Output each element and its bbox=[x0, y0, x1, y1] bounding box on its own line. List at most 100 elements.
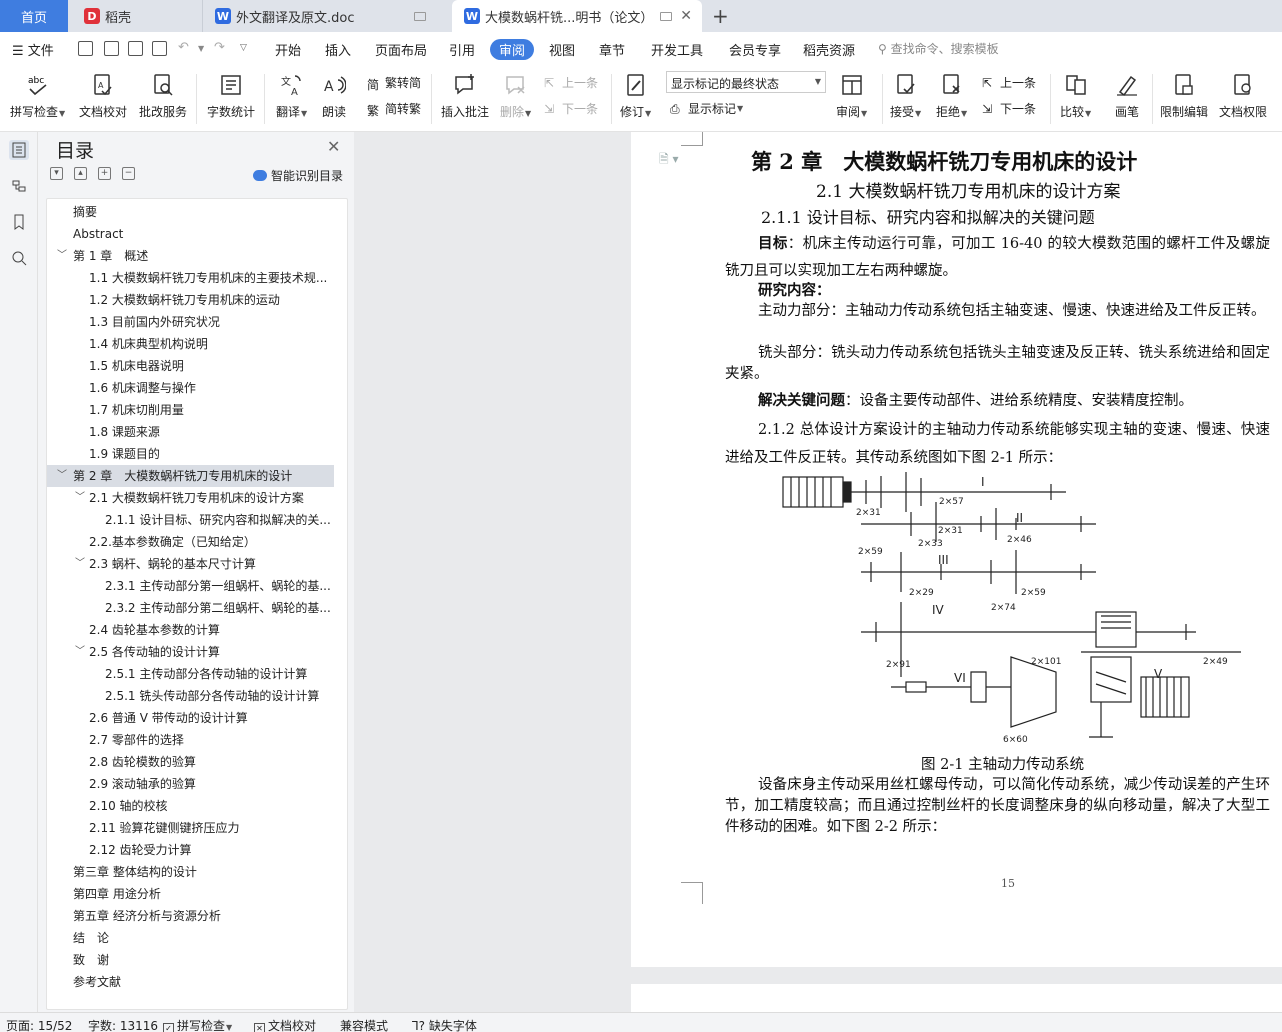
read-aloud-button[interactable]: A 朗读 bbox=[321, 72, 347, 120]
word-count-indicator[interactable]: 字数: 13116 bbox=[88, 1017, 158, 1032]
menu-review[interactable]: 审阅 bbox=[490, 39, 535, 60]
toc-item[interactable]: ﹀ 2.1 大模数蜗杆铣刀专用机床的设计方案 bbox=[47, 487, 347, 509]
print-icon[interactable] bbox=[128, 41, 143, 56]
menu-daoke-resources[interactable]: 稻壳资源 bbox=[803, 40, 855, 59]
toc-item[interactable]: 2.5.1 铣头传动部分各传动轴的设计计算 bbox=[47, 685, 347, 707]
menu-vip[interactable]: 会员专享 bbox=[729, 40, 781, 59]
translate-button[interactable]: 文A 翻译▼ bbox=[276, 72, 307, 120]
export-pdf-icon[interactable] bbox=[104, 41, 119, 56]
next-change-button[interactable]: ⇲ 下一条 bbox=[982, 100, 1036, 117]
prev-comment-button[interactable]: ⇱ 上一条 bbox=[544, 74, 598, 91]
chevron-down-icon[interactable]: ﹀ bbox=[57, 245, 67, 267]
smart-toc-button[interactable]: 智能识别目录 bbox=[253, 167, 343, 184]
navigation-pane-icon[interactable] bbox=[9, 176, 29, 196]
toc-item[interactable]: 2.6 普通 V 带传动的设计计算 bbox=[47, 707, 347, 729]
toc-item[interactable]: ﹀ 第 2 章 大模数蜗杆铣刀专用机床的设计 bbox=[47, 465, 334, 487]
toc-item[interactable]: 1.1 大模数蜗杆铣刀专用机床的主要技术规... bbox=[47, 267, 347, 289]
toc-item[interactable]: 2.3.2 主传动部分第二组蜗杆、蜗轮的基... bbox=[47, 597, 347, 619]
delete-comment-button[interactable]: 删除▼ bbox=[500, 72, 531, 120]
undo-icon[interactable]: ↶ bbox=[178, 40, 189, 55]
expand-all-icon[interactable]: ▴ bbox=[74, 167, 87, 180]
toc-item[interactable]: 1.5 机床电器说明 bbox=[47, 355, 347, 377]
trad-to-simp-button[interactable]: 简 繁转简 bbox=[367, 74, 421, 92]
command-search[interactable]: ⚲ 查找命令、搜索模板 bbox=[878, 40, 999, 57]
menu-view[interactable]: 视图 bbox=[549, 40, 575, 59]
toc-item[interactable]: 1.4 机床典型机构说明 bbox=[47, 333, 347, 355]
file-menu[interactable]: ☰ 文件 bbox=[12, 40, 54, 59]
toc-item[interactable]: 2.8 齿轮模数的验算 bbox=[47, 751, 347, 773]
toc-item[interactable]: 1.2 大模数蜗杆铣刀专用机床的运动 bbox=[47, 289, 347, 311]
toc-item[interactable]: 2.7 零部件的选择 bbox=[47, 729, 347, 751]
toc-item[interactable]: 2.2.基本参数确定（已知给定） bbox=[47, 531, 347, 553]
menu-insert[interactable]: 插入 bbox=[325, 40, 351, 59]
toc-item[interactable]: 1.3 目前国内外研究状况 bbox=[47, 311, 347, 333]
toc-item[interactable]: 2.9 滚动轴承的验算 bbox=[47, 773, 347, 795]
toc-item[interactable]: 第四章 用途分析 bbox=[47, 883, 347, 905]
compare-button[interactable]: 比较▼ bbox=[1060, 72, 1091, 120]
simp-to-trad-button[interactable]: 繁 简转繁 bbox=[367, 100, 421, 118]
tab-home[interactable]: 首页 bbox=[0, 0, 68, 32]
toc-item[interactable]: 参考文献 bbox=[47, 971, 347, 993]
add-heading-icon[interactable]: + bbox=[98, 167, 111, 180]
next-page[interactable] bbox=[631, 984, 1282, 1012]
tab-thesis-doc[interactable]: W 大模数蜗杆铣...明书（论文） ✕ bbox=[452, 0, 702, 32]
next-comment-button[interactable]: ⇲ 下一条 bbox=[544, 100, 598, 117]
tab-daoke[interactable]: D 稻壳 bbox=[72, 0, 200, 32]
collapse-all-icon[interactable]: ▾ bbox=[50, 167, 63, 180]
doc-permission-button[interactable]: 文档权限 bbox=[1219, 72, 1267, 120]
menu-page-layout[interactable]: 页面布局 bbox=[375, 40, 427, 59]
menu-chapter[interactable]: 章节 bbox=[599, 40, 625, 59]
document-canvas[interactable]: 🗎 ▾ 第 2 章 大模数蜗杆铣刀专用机床的设计 2.1 大模数蜗杆铣刀专用机床… bbox=[354, 132, 1282, 1012]
toc-item[interactable]: ﹀ 2.3 蜗杆、蜗轮的基本尺寸计算 bbox=[47, 553, 347, 575]
toc-item[interactable]: 1.9 课题目的 bbox=[47, 443, 347, 465]
tab-foreign-translation-doc[interactable]: W 外文翻译及原文.doc bbox=[202, 0, 448, 32]
monitor-icon[interactable] bbox=[660, 11, 672, 21]
prev-change-button[interactable]: ⇱ 上一条 bbox=[982, 74, 1036, 91]
spell-check-button[interactable]: abc 拼写检查▼ bbox=[10, 72, 65, 120]
search-icon[interactable] bbox=[9, 248, 29, 268]
toc-item[interactable]: 2.3.1 主传动部分第一组蜗杆、蜗轮的基... bbox=[47, 575, 347, 597]
print-preview-icon[interactable] bbox=[152, 41, 167, 56]
reject-button[interactable]: 拒绝▼ bbox=[936, 72, 967, 120]
review-pane-button[interactable]: 审阅▼ bbox=[836, 72, 867, 120]
chevron-down-icon[interactable]: ﹀ bbox=[75, 641, 85, 663]
toc-item[interactable]: 第三章 整体结构的设计 bbox=[47, 861, 347, 883]
toc-item[interactable]: 2.4 齿轮基本参数的计算 bbox=[47, 619, 347, 641]
remove-heading-icon[interactable]: − bbox=[122, 167, 135, 180]
spell-check-status[interactable]: ✓ 拼写检查▼ bbox=[163, 1017, 232, 1032]
toc-item[interactable]: 2.11 验算花键侧键挤压应力 bbox=[47, 817, 347, 839]
close-icon[interactable]: ✕ bbox=[327, 137, 340, 156]
word-count-button[interactable]: 字数统计 bbox=[207, 72, 255, 120]
toc-item[interactable]: 1.8 课题来源 bbox=[47, 421, 347, 443]
toc-item[interactable]: 摘要 bbox=[47, 201, 347, 223]
toc-item[interactable]: 结 论 bbox=[47, 927, 347, 949]
show-markup-button[interactable]: ⎙ 显示标记 ▼ bbox=[670, 100, 743, 117]
batch-service-button[interactable]: 批改服务 bbox=[139, 72, 187, 120]
toc-item[interactable]: 2.10 轴的校核 bbox=[47, 795, 347, 817]
toc-item[interactable]: ﹀ 2.5 各传动轴的设计计算 bbox=[47, 641, 347, 663]
markup-mode-select[interactable]: 显示标记的最终状态 ▼ bbox=[666, 71, 826, 93]
proof-status[interactable]: ✕ 文档校对 bbox=[254, 1017, 316, 1032]
add-tab-icon[interactable]: + bbox=[712, 4, 729, 28]
chevron-down-icon[interactable]: ﹀ bbox=[57, 465, 67, 487]
close-icon[interactable]: ✕ bbox=[680, 8, 692, 24]
insert-comment-button[interactable]: 插入批注 bbox=[441, 72, 489, 120]
menu-start[interactable]: 开始 bbox=[275, 40, 301, 59]
menu-references[interactable]: 引用 bbox=[449, 40, 475, 59]
document-page[interactable]: 🗎 ▾ 第 2 章 大模数蜗杆铣刀专用机床的设计 2.1 大模数蜗杆铣刀专用机床… bbox=[631, 132, 1282, 967]
toc-view-icon[interactable] bbox=[9, 140, 29, 160]
page-indicator[interactable]: 页面: 15/52 bbox=[6, 1017, 72, 1032]
save-icon[interactable] bbox=[78, 41, 93, 56]
toc-item[interactable]: 2.1.1 设计目标、研究内容和拟解决的关... bbox=[47, 509, 347, 531]
accept-button[interactable]: 接受▼ bbox=[890, 72, 921, 120]
toc-item[interactable]: ﹀ 第 1 章 概述 bbox=[47, 245, 347, 267]
doc-proof-button[interactable]: A 文档校对 bbox=[79, 72, 127, 120]
toc-item[interactable]: 1.6 机床调整与操作 bbox=[47, 377, 347, 399]
restrict-edit-button[interactable]: 限制编辑 bbox=[1160, 72, 1208, 120]
toc-item[interactable]: Abstract bbox=[47, 223, 347, 245]
missing-font-status[interactable]: Ꞁ? 缺失字体 bbox=[412, 1017, 477, 1032]
pen-button[interactable]: 画笔 bbox=[1114, 72, 1140, 120]
chevron-down-icon[interactable]: ﹀ bbox=[75, 487, 85, 509]
toc-item[interactable]: 2.5.1 主传动部分各传动轴的设计计算 bbox=[47, 663, 347, 685]
document-icon[interactable]: 🗎 ▾ bbox=[659, 150, 679, 171]
